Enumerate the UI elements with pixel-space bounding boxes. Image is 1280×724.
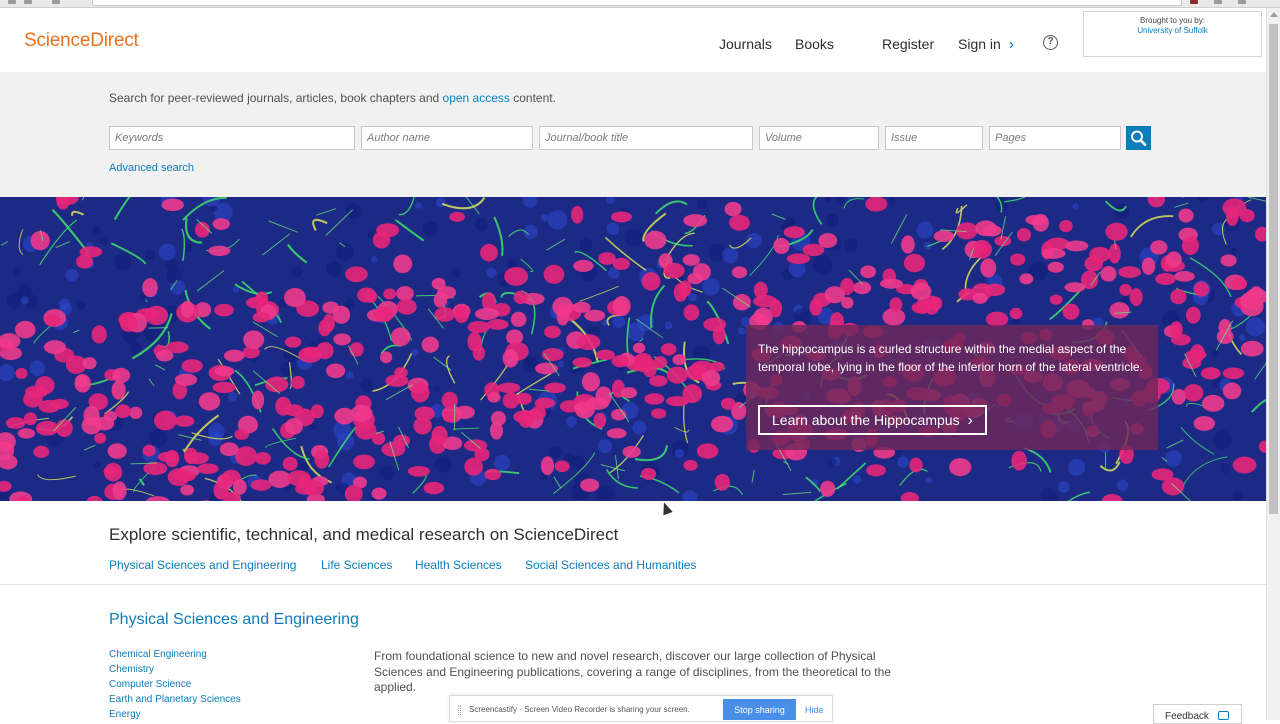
subject-link[interactable]: Earth and Planetary Sciences [109,694,241,705]
volume-input[interactable]: Volume [759,126,879,150]
hero-caption: The hippocampus is a curled structure wi… [758,342,1143,374]
section-divider [0,584,1266,585]
section-description: From foundational science to new and nov… [374,649,891,694]
drag-handle-icon[interactable] [458,705,461,715]
nav-register[interactable]: Register [882,36,934,52]
section-heading: Physical Sciences and Engineering [109,611,359,628]
keywords-input[interactable]: Keywords [109,126,355,150]
screen-share-bar: Screencastify - Screen Video Recorder is… [449,695,833,722]
search-panel: Search for peer-reviewed journals, artic… [0,72,1266,197]
nav-journals[interactable]: Journals [719,36,772,52]
chevron-right-icon: › [1008,36,1015,53]
author-input[interactable]: Author name [361,126,533,150]
sciencedirect-logo[interactable]: ScienceDirect [24,30,139,52]
feedback-button[interactable]: Feedback [1153,704,1242,724]
help-icon[interactable]: ? [1043,35,1058,50]
journal-title-input[interactable]: Journal/book title [539,126,753,150]
forward-icon[interactable] [24,0,32,4]
open-access-link[interactable]: open access [443,91,510,105]
search-icon [1131,130,1147,146]
advanced-search-link[interactable]: Advanced search [109,162,194,174]
share-status: Screencastify - Screen Video Recorder is… [469,705,690,714]
extension-icon[interactable] [1190,0,1198,4]
issue-input[interactable]: Issue [885,126,983,150]
chevron-right-icon: › [967,412,973,429]
nav-books[interactable]: Books [795,36,834,52]
back-icon[interactable] [8,0,16,4]
scroll-thumb[interactable] [1269,24,1278,514]
subject-link[interactable]: Computer Science [109,679,191,690]
extension-icon[interactable] [1214,0,1222,4]
subject-link[interactable]: Energy [109,709,141,720]
site-header: ScienceDirect Journals Books Register Si… [0,8,1266,72]
browser-toolbar [0,0,1280,8]
sign-in-label: Sign in [958,36,1001,52]
chat-icon [1218,711,1229,720]
hero-caption-box: The hippocampus is a curled structure wi… [746,325,1158,450]
search-button[interactable] [1126,126,1151,150]
feedback-label: Feedback [1165,711,1209,722]
stop-sharing-button[interactable]: Stop sharing [723,699,796,720]
explore-heading: Explore scientific, technical, and medic… [109,525,619,544]
reload-icon[interactable] [52,0,60,4]
menu-icon[interactable] [1238,0,1246,4]
hide-share-bar-button[interactable]: Hide [805,705,824,715]
institution-name[interactable]: University of Suffolk [1084,26,1261,35]
nav-sign-in[interactable]: Sign in › [958,36,1014,54]
search-intro-text: Search for peer-reviewed journals, artic… [109,91,443,105]
scroll-up-icon[interactable] [1270,12,1278,17]
search-intro-suffix: content. [509,91,556,105]
explore-link-life-sciences[interactable]: Life Sciences [321,558,392,572]
subject-link[interactable]: Chemical Engineering [109,649,207,660]
subject-link[interactable]: Chemistry [109,664,154,675]
address-bar[interactable] [92,0,1182,6]
institution-label: Brought to you by: [1140,16,1205,25]
explore-link-health-sciences[interactable]: Health Sciences [415,558,502,572]
explore-link-physical-sciences[interactable]: Physical Sciences and Engineering [109,558,296,572]
pages-input[interactable]: Pages [989,126,1121,150]
search-intro: Search for peer-reviewed journals, artic… [109,91,556,105]
hero-banner: The hippocampus is a curled structure wi… [0,197,1266,501]
learn-hippocampus-label: Learn about the Hippocampus [772,412,960,428]
institution-box: Brought to you by: University of Suffolk [1083,11,1262,57]
page-scrollbar[interactable] [1266,8,1280,720]
learn-hippocampus-button[interactable]: Learn about the Hippocampus › [758,405,987,435]
mouse-cursor [659,500,673,516]
explore-link-social-sciences[interactable]: Social Sciences and Humanities [525,558,696,572]
